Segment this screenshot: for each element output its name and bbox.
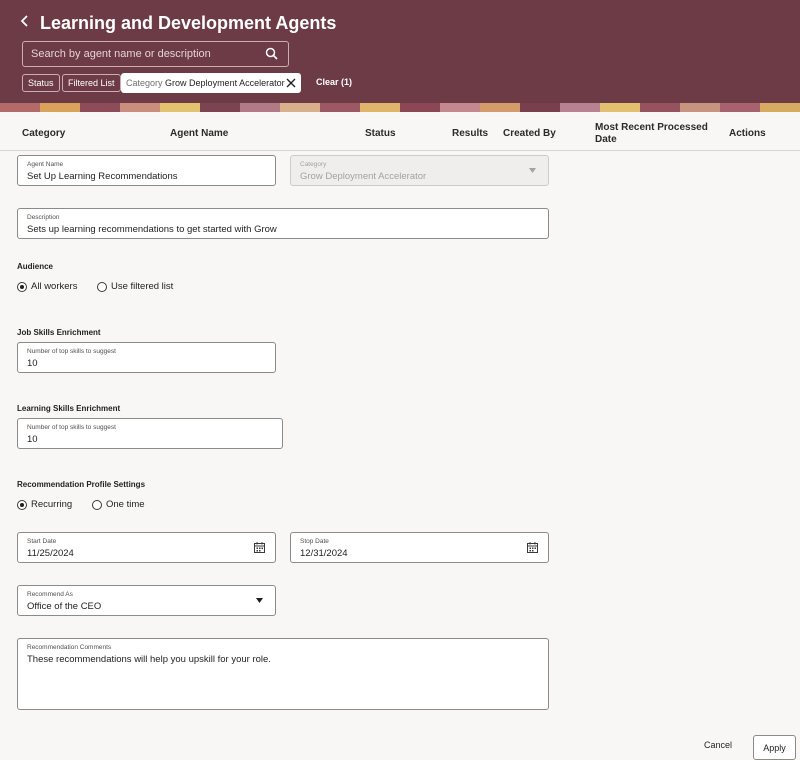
category-label: Category [300,161,327,168]
category-filter-value: Grow Deployment Accelerator [165,78,285,88]
decorative-pattern [0,103,800,112]
calendar-icon[interactable] [254,542,265,553]
audience-option-label: All workers [31,281,78,292]
category-value: Grow Deployment Accelerator [300,171,427,182]
page-title: Learning and Development Agents [40,13,337,33]
column-header-created-by[interactable]: Created By [503,128,556,140]
column-header-status[interactable]: Status [365,128,396,140]
search-box [22,41,289,67]
search-input[interactable] [31,42,261,66]
column-header-recent-processed-line1: Most Recent Processed [595,122,708,133]
radio-selected-icon [17,281,27,292]
category-filter-key: Category [126,78,163,88]
description-label: Description [27,214,60,221]
column-header-recent-processed-line2: Date [595,134,617,145]
comments-label: Recommendation Comments [27,644,112,651]
apply-button[interactable]: Apply [753,735,796,760]
radio-unselected-icon [92,499,102,510]
radio-unselected-icon [97,281,107,292]
column-header-agent-name[interactable]: Agent Name [170,128,228,140]
stop-date-value: 12/31/2024 [300,548,348,559]
page-header: Learning and Development Agents Status F… [0,0,800,112]
audience-label: Audience [17,262,54,271]
chevron-down-icon[interactable] [256,598,263,603]
agent-name-value: Set Up Learning Recommendations [27,171,178,182]
recommendation-comments-textarea[interactable]: Recommendation Comments These recommenda… [17,638,549,710]
job-skills-field-label: Number of top skills to suggest [27,348,116,355]
learning-skills-field-label: Number of top skills to suggest [27,424,116,431]
profile-radio-recurring[interactable]: Recurring [17,499,72,510]
job-skills-count-field[interactable]: Number of top skills to suggest 10 [17,342,276,373]
column-header-recent-processed[interactable]: Most Recent Processed Date [595,122,708,146]
search-icon[interactable] [265,47,278,60]
start-date-label: Start Date [27,538,57,545]
header-divider [0,150,800,151]
learning-skills-field-value: 10 [27,434,38,445]
profile-option-label: One time [106,499,145,510]
comments-value: These recommendations will help you upsk… [27,654,271,665]
job-skills-label: Job Skills Enrichment [17,328,101,337]
column-header-actions[interactable]: Actions [729,128,766,140]
audience-option-label: Use filtered list [111,281,174,292]
chevron-down-icon [529,168,536,173]
learning-skills-count-field[interactable]: Number of top skills to suggest 10 [17,418,283,449]
back-button[interactable] [16,12,34,34]
profile-radio-one-time[interactable]: One time [92,499,145,510]
stop-date-label: Stop Date [300,538,329,545]
start-date-value: 11/25/2024 [27,548,74,559]
agent-name-label: Agent Name [27,161,64,168]
status-filter-chip[interactable]: Status [22,74,60,92]
filtered-list-filter-chip[interactable]: Filtered List [62,74,121,92]
profile-settings-label: Recommendation Profile Settings [17,480,146,489]
description-value: Sets up learning recommendations to get … [27,224,277,235]
recommend-as-value: Office of the CEO [27,601,102,612]
description-field[interactable]: Description Sets up learning recommendat… [17,208,549,239]
audience-radio-all-workers[interactable]: All workers [17,281,77,292]
recommend-as-label: Recommend As [27,591,73,598]
recommend-as-select[interactable]: Recommend As Office of the CEO [17,585,276,616]
close-icon[interactable] [285,77,297,89]
profile-option-label: Recurring [31,499,73,510]
category-select: Category Grow Deployment Accelerator [290,155,549,186]
calendar-icon[interactable] [527,542,538,553]
clear-filters-link[interactable]: Clear (1) [316,77,352,87]
start-date-field[interactable]: Start Date 11/25/2024 [17,532,276,563]
audience-radio-filtered-list[interactable]: Use filtered list [97,281,173,292]
radio-selected-icon [17,499,27,510]
stop-date-field[interactable]: Stop Date 12/31/2024 [290,532,549,563]
job-skills-field-value: 10 [27,358,38,369]
column-header-results[interactable]: Results [452,128,488,140]
cancel-button[interactable]: Cancel [704,740,732,750]
category-filter-chip[interactable]: Category Grow Deployment Accelerator [121,73,301,93]
agent-name-field[interactable]: Agent Name Set Up Learning Recommendatio… [17,155,276,186]
learning-skills-label: Learning Skills Enrichment [17,404,121,413]
column-header-category[interactable]: Category [22,128,65,140]
chevron-left-icon [20,15,28,27]
